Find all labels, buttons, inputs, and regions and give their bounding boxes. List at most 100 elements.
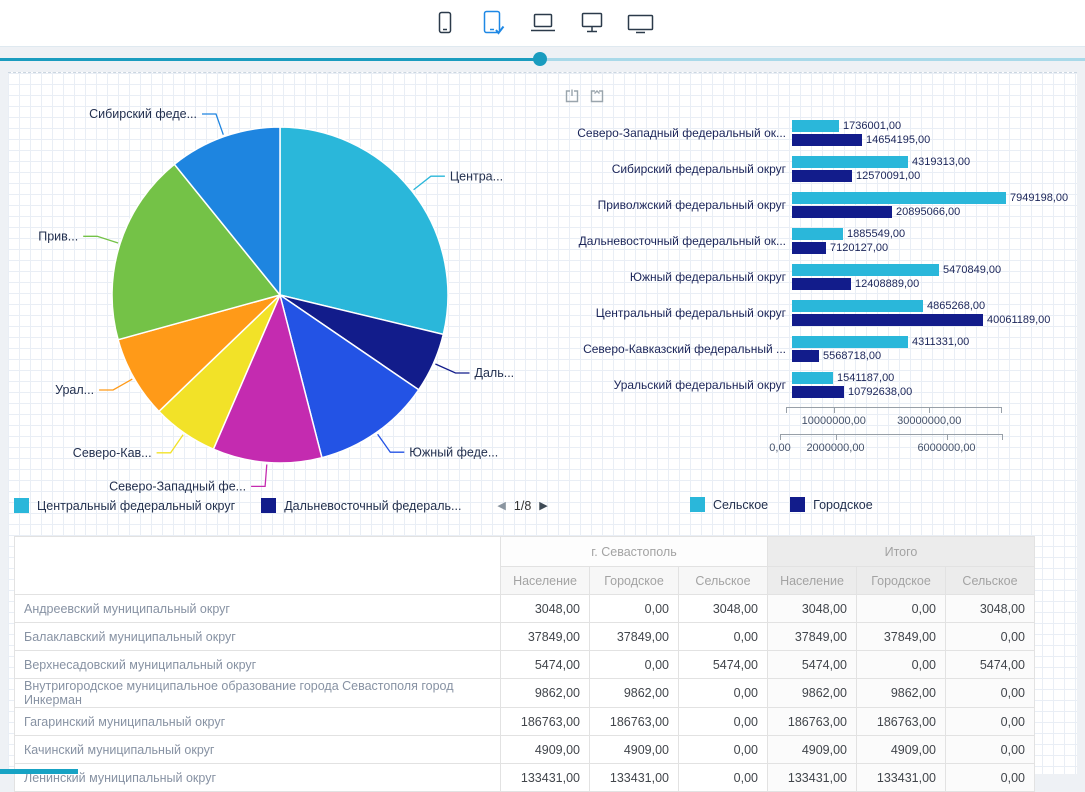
- legend-prev-icon[interactable]: ◀: [497, 499, 505, 512]
- bar[interactable]: [792, 300, 923, 312]
- axis-tick-label: 0,00: [769, 442, 790, 454]
- rural-x-axis: 0,002000000,006000000,00: [780, 434, 1002, 459]
- bar[interactable]: [792, 264, 939, 276]
- legend-label: Городское: [813, 498, 873, 512]
- tablet-icon[interactable]: [476, 7, 512, 39]
- table-group-header: Итого: [768, 537, 1035, 567]
- bar-row: Северо-Западный федеральный ок...1736001…: [548, 115, 1085, 151]
- tv-icon[interactable]: [623, 7, 659, 39]
- bar[interactable]: [792, 206, 892, 218]
- bar-category-label: Приволжский федеральный округ: [548, 198, 792, 212]
- pie-label: Южный феде...: [409, 445, 498, 459]
- bar[interactable]: [792, 336, 908, 348]
- table-row[interactable]: Гагаринский муниципальный округ186763,00…: [15, 708, 1035, 736]
- table-row[interactable]: Ленинский муниципальный округ133431,0013…: [15, 764, 1035, 792]
- bar[interactable]: [792, 372, 833, 384]
- bar[interactable]: [792, 350, 819, 362]
- table-column-header[interactable]: Городское: [857, 567, 946, 595]
- legend-item[interactable]: Центральный федеральный округ: [14, 498, 235, 513]
- bar-value-label: 5470849,00: [943, 264, 1001, 276]
- bar-value-label: 12570091,00: [856, 170, 920, 182]
- table-cell: 133431,00: [501, 764, 590, 792]
- table-row[interactable]: Внутригородское муниципальное образовани…: [15, 679, 1035, 708]
- bar[interactable]: [792, 278, 851, 290]
- pie-label: Урал...: [55, 383, 94, 397]
- table-cell: 0,00: [679, 679, 768, 708]
- drill-back-icon[interactable]: [589, 89, 605, 109]
- bar-value-label: 20895066,00: [896, 206, 960, 218]
- table-cell: 4909,00: [590, 736, 679, 764]
- bar-chart-widget[interactable]: Северо-Западный федеральный ок...1736001…: [548, 89, 1085, 459]
- bar[interactable]: [792, 228, 843, 240]
- bar[interactable]: [792, 192, 1006, 204]
- pie-label-line: [202, 114, 223, 135]
- horizontal-scrollbar[interactable]: [0, 769, 78, 774]
- table-cell: 0,00: [679, 764, 768, 792]
- bar-row: Северо-Кавказский федеральный ...4311331…: [548, 331, 1085, 367]
- bar[interactable]: [792, 156, 908, 168]
- pie-label: Прив...: [38, 230, 78, 244]
- table-column-header[interactable]: Сельское: [679, 567, 768, 595]
- table-cell: 0,00: [679, 623, 768, 651]
- pie-legend: Центральный федеральный округ Дальневосто…: [14, 498, 548, 513]
- table-cell: 186763,00: [857, 708, 946, 736]
- table-row[interactable]: Верхнесадовский муниципальный округ5474,…: [15, 651, 1035, 679]
- slider-knob[interactable]: [533, 52, 547, 66]
- legend-color-swatch: [14, 498, 29, 513]
- table-row[interactable]: Андреевский муниципальный округ3048,000,…: [15, 595, 1035, 623]
- bar[interactable]: [792, 242, 826, 254]
- bar-value-label: 5568718,00: [823, 350, 881, 362]
- bar-rows: Северо-Западный федеральный ок...1736001…: [548, 115, 1085, 403]
- table-column-header[interactable]: Городское: [590, 567, 679, 595]
- dashboard-canvas[interactable]: Центра...Даль...Южный феде...Северо-Запа…: [8, 72, 1077, 774]
- table-cell: 133431,00: [857, 764, 946, 792]
- bar-value-label: 1541187,00: [837, 372, 894, 384]
- legend-page-indicator: 1/8: [514, 499, 531, 513]
- table-widget[interactable]: г. СевастопольИтогоНаселениеГородскоеСел…: [14, 536, 1035, 792]
- legend-item[interactable]: Сельское: [690, 497, 768, 512]
- table-column-header[interactable]: Сельское: [946, 567, 1035, 595]
- table-cell: 133431,00: [768, 764, 857, 792]
- table-row[interactable]: Качинский муниципальный округ4909,004909…: [15, 736, 1035, 764]
- legend-label: Дальневосточный федераль...: [284, 499, 461, 513]
- drill-up-icon[interactable]: [564, 89, 580, 109]
- bar-category-label: Южный федеральный округ: [548, 270, 792, 284]
- phone-icon[interactable]: [427, 7, 463, 39]
- table-column-header[interactable]: Население: [501, 567, 590, 595]
- table-cell: 3048,00: [946, 595, 1035, 623]
- bar[interactable]: [792, 386, 844, 398]
- table-row[interactable]: Балаклавский муниципальный округ37849,00…: [15, 623, 1035, 651]
- pie-chart[interactable]: Центра...Даль...Южный феде...Северо-Запа…: [8, 85, 553, 493]
- axis-tick-label: 2000000,00: [806, 442, 864, 454]
- bar-chart-legend: Сельское Городское: [690, 497, 873, 512]
- legend-item[interactable]: Городское: [790, 497, 873, 512]
- bar-value-label: 4319313,00: [912, 156, 970, 168]
- table-row-name: Андреевский муниципальный округ: [15, 595, 501, 623]
- desktop-icon[interactable]: [574, 7, 610, 39]
- table-row-name: Ленинский муниципальный округ: [15, 764, 501, 792]
- device-width-slider[interactable]: [0, 52, 1085, 67]
- table-cell: 0,00: [679, 736, 768, 764]
- bar[interactable]: [792, 314, 983, 326]
- pie-label-line: [83, 236, 118, 243]
- laptop-icon[interactable]: [525, 7, 561, 39]
- bar[interactable]: [792, 120, 839, 132]
- pie-label-line: [251, 465, 267, 487]
- legend-next-icon[interactable]: ▶: [539, 499, 547, 512]
- table-row-name: Качинский муниципальный округ: [15, 736, 501, 764]
- table-cell: 5474,00: [768, 651, 857, 679]
- table-cell: 0,00: [857, 651, 946, 679]
- axis-tick-label: 30000000,00: [897, 415, 961, 427]
- bar[interactable]: [792, 134, 862, 146]
- axis-tick-label: 6000000,00: [917, 442, 975, 454]
- bar-row: Дальневосточный федеральный ок...1885549…: [548, 223, 1085, 259]
- legend-item[interactable]: Дальневосточный федераль...: [261, 498, 461, 513]
- table-cell: 5474,00: [501, 651, 590, 679]
- bar-category-label: Северо-Западный федеральный ок...: [548, 126, 792, 140]
- table-column-header[interactable]: Население: [768, 567, 857, 595]
- legend-label: Сельское: [713, 498, 768, 512]
- table-cell: 0,00: [946, 764, 1035, 792]
- bar-chart-toolbar: [564, 89, 1085, 115]
- pie-label: Центра...: [450, 169, 503, 183]
- bar[interactable]: [792, 170, 852, 182]
